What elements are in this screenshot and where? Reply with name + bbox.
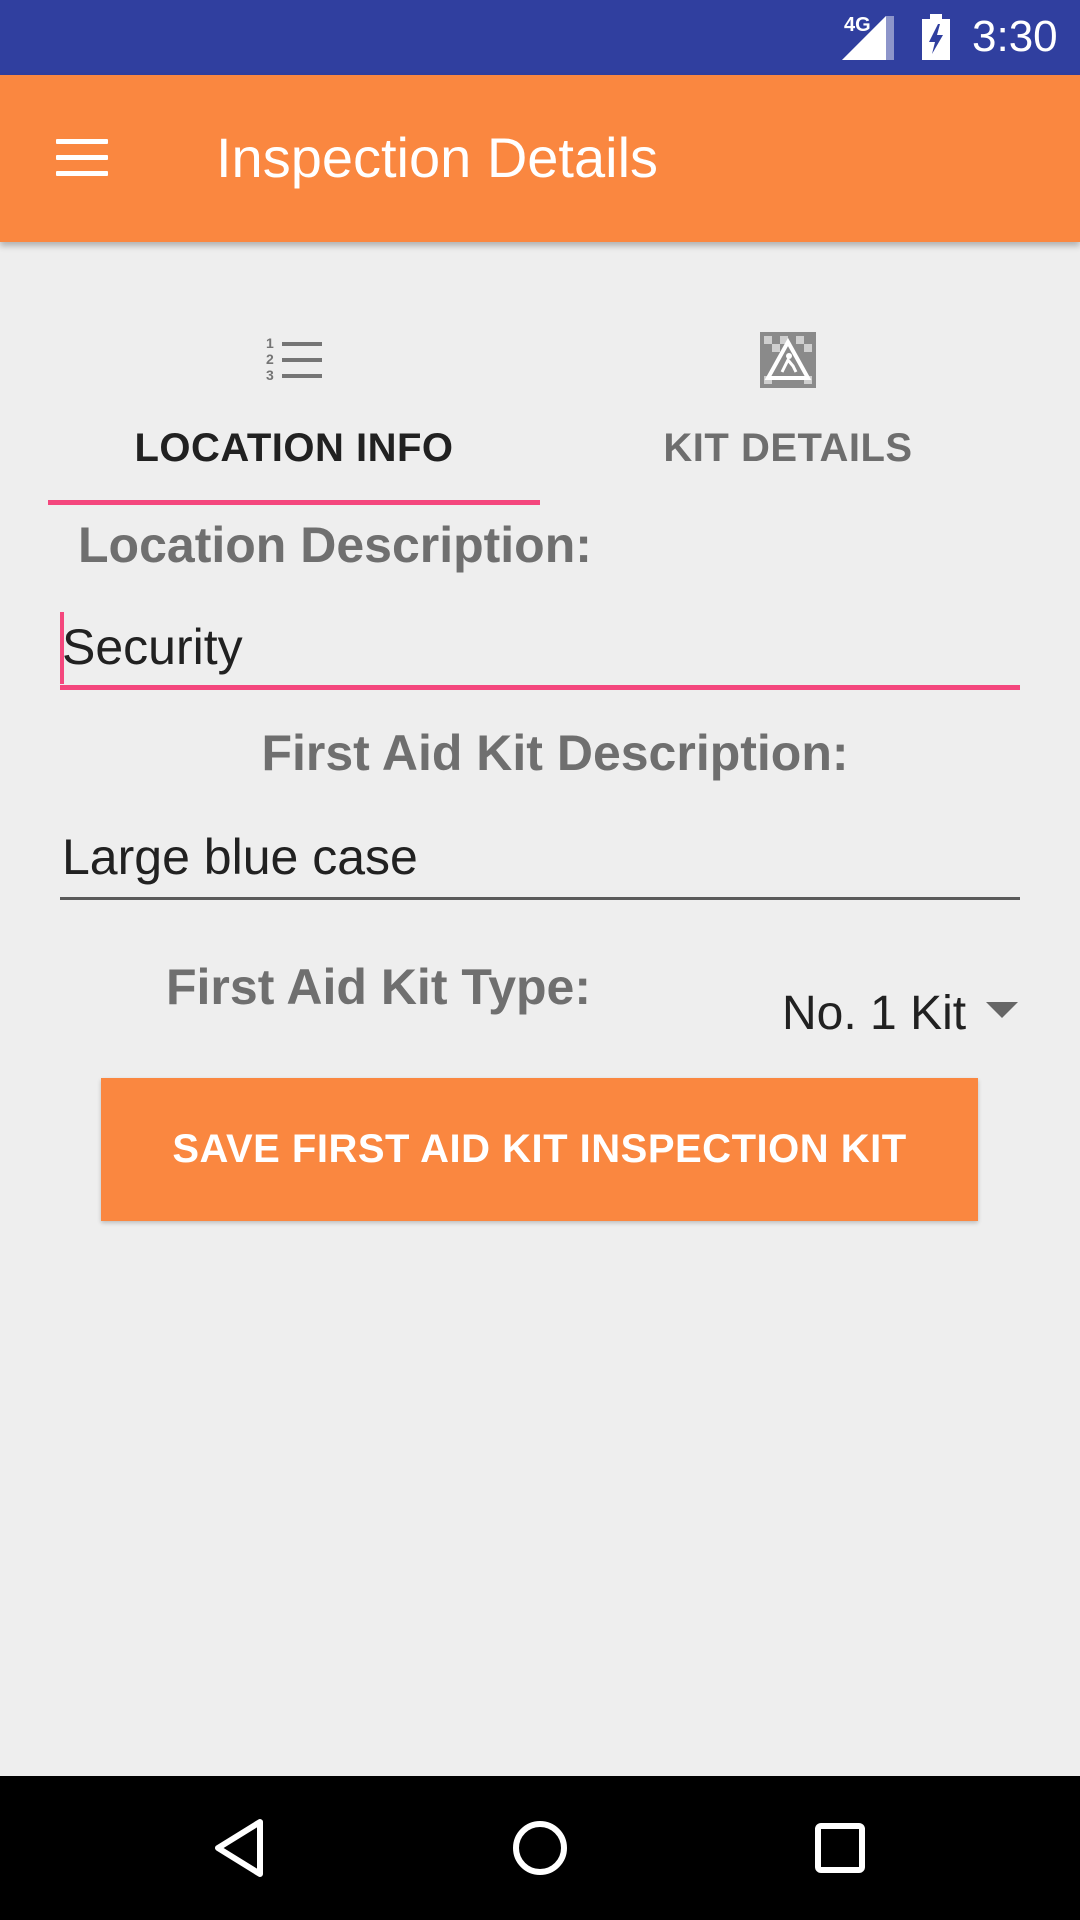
location-description-label: Location Description: [78,517,592,573]
home-icon[interactable] [504,1812,576,1884]
tab-location-info[interactable]: 1 2 3 LOCATION INFO [48,310,540,505]
navigation-bar [0,1776,1080,1920]
first-aid-kit-type-dropdown[interactable]: No. 1 Kit [780,982,1020,1048]
tab-location-info-label: LOCATION INFO [134,426,454,470]
svg-text:3: 3 [266,367,274,383]
save-button[interactable]: SAVE FIRST AID KIT INSPECTION KIT [101,1078,978,1221]
svg-text:2: 2 [266,351,274,367]
location-description-input[interactable]: Security [60,612,1020,690]
first-aid-kit-type-value: No. 1 Kit [782,987,967,1040]
first-aid-kit-description-label: First Aid Kit Description: [261,725,849,781]
location-description-value: Security [62,619,243,675]
dropdown-arrow-icon [986,1002,1018,1018]
battery-charging-icon [922,14,950,60]
cell-signal-icon [842,16,894,60]
first-aid-kit-description-input[interactable]: Large blue case [60,822,1020,900]
back-icon[interactable] [204,1812,276,1884]
selected-tab-indicator [48,500,540,505]
numbered-list-icon: 1 2 3 [266,335,322,383]
status-bar: 4G 3:30 [0,0,1080,75]
hamburger-menu-icon[interactable] [52,133,116,183]
first-aid-kit-description-underline [60,897,1020,900]
first-aid-kit-description-value: Large blue case [62,829,418,885]
tab-kit-details[interactable]: KIT DETAILS [542,310,1034,505]
recents-icon[interactable] [804,1812,876,1884]
first-aid-kit-icon [760,332,816,388]
svg-text:1: 1 [266,335,274,351]
clock: 3:30 [972,12,1058,61]
tab-kit-details-label: KIT DETAILS [663,426,913,470]
location-description-underline [60,685,1020,690]
first-aid-kit-type-label: First Aid Kit Type: [166,959,591,1015]
page-title: Inspection Details [216,126,659,189]
app-bar: Inspection Details [0,75,1080,242]
